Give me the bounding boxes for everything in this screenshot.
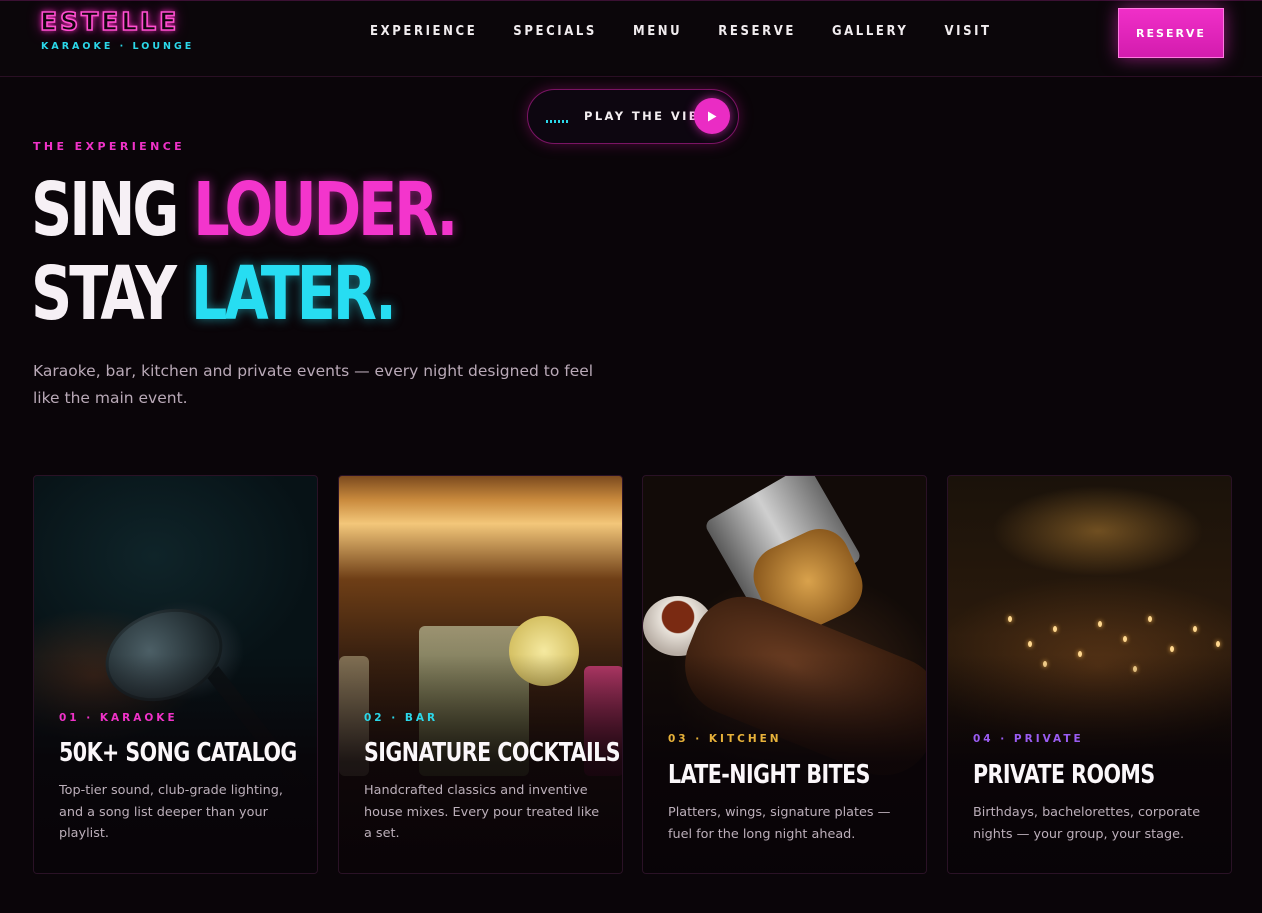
card-title: SIGNATURE COCKTAILS — [364, 738, 621, 768]
card-title: LATE-NIGHT BITES — [668, 760, 870, 790]
headline-stay: STAY — [31, 251, 191, 337]
card-private[interactable]: 04 · PRIVATE PRIVATE ROOMS Birthdays, ba… — [947, 475, 1232, 874]
headline-sing: SING — [31, 167, 194, 253]
nav-gallery[interactable]: GALLERY — [832, 23, 909, 41]
hero-description: Karaoke, bar, kitchen and private events… — [33, 362, 594, 407]
equalizer-icon — [546, 120, 568, 123]
card-description: Top-tier sound, club-grade lighting, and… — [59, 783, 283, 841]
card-description: Handcrafted classics and inventive house… — [364, 783, 600, 841]
hero-headline: SING LOUDER. STAY LATER. — [31, 167, 458, 337]
brand-tagline: KARAOKE · LOUNGE — [41, 41, 195, 52]
play-the-vibe-button[interactable]: PLAY THE VIBE — [527, 89, 739, 144]
nav-specials[interactable]: SPECIALS — [513, 23, 597, 41]
nav-experience[interactable]: EXPERIENCE — [370, 23, 477, 41]
card-tag: 02 · BAR — [364, 712, 439, 724]
nav-menu[interactable]: MENU — [633, 23, 682, 41]
card-bar[interactable]: 02 · BAR SIGNATURE COCKTAILS Handcrafted… — [338, 475, 623, 874]
headline-louder: LOUDER. — [193, 167, 458, 253]
play-icon[interactable] — [694, 98, 730, 134]
section-eyebrow: THE EXPERIENCE — [33, 140, 186, 153]
card-tag: 03 · KITCHEN — [668, 733, 782, 745]
reserve-button[interactable]: RESERVE — [1118, 8, 1224, 58]
card-tag: 01 · KARAOKE — [59, 712, 178, 724]
brand-logo[interactable]: ESTELLE KARAOKE · LOUNGE — [39, 6, 195, 52]
card-description: Platters, wings, signature plates — fuel… — [668, 805, 891, 842]
card-kitchen[interactable]: 03 · KITCHEN LATE-NIGHT BITES Platters, … — [642, 475, 927, 874]
brand-name: ESTELLE — [39, 6, 180, 37]
card-tag: 04 · PRIVATE — [973, 733, 1084, 745]
card-title: 50K+ SONG CATALOG — [59, 738, 297, 768]
card-title: PRIVATE ROOMS — [973, 760, 1155, 790]
nav-reserve[interactable]: RESERVE — [718, 23, 796, 41]
nav-visit[interactable]: VISIT — [944, 23, 991, 41]
site-header: ESTELLE KARAOKE · LOUNGE EXPERIENCE SPEC… — [0, 0, 1262, 77]
play-label: PLAY THE VIBE — [584, 109, 711, 123]
card-karaoke[interactable]: 01 · KARAOKE 50K+ SONG CATALOG Top-tier … — [33, 475, 318, 874]
headline-later: LATER. — [190, 251, 397, 337]
card-description: Birthdays, bachelorettes, corporate nigh… — [973, 805, 1201, 842]
main-nav: EXPERIENCE SPECIALS MENU RESERVE GALLERY… — [370, 23, 1028, 41]
